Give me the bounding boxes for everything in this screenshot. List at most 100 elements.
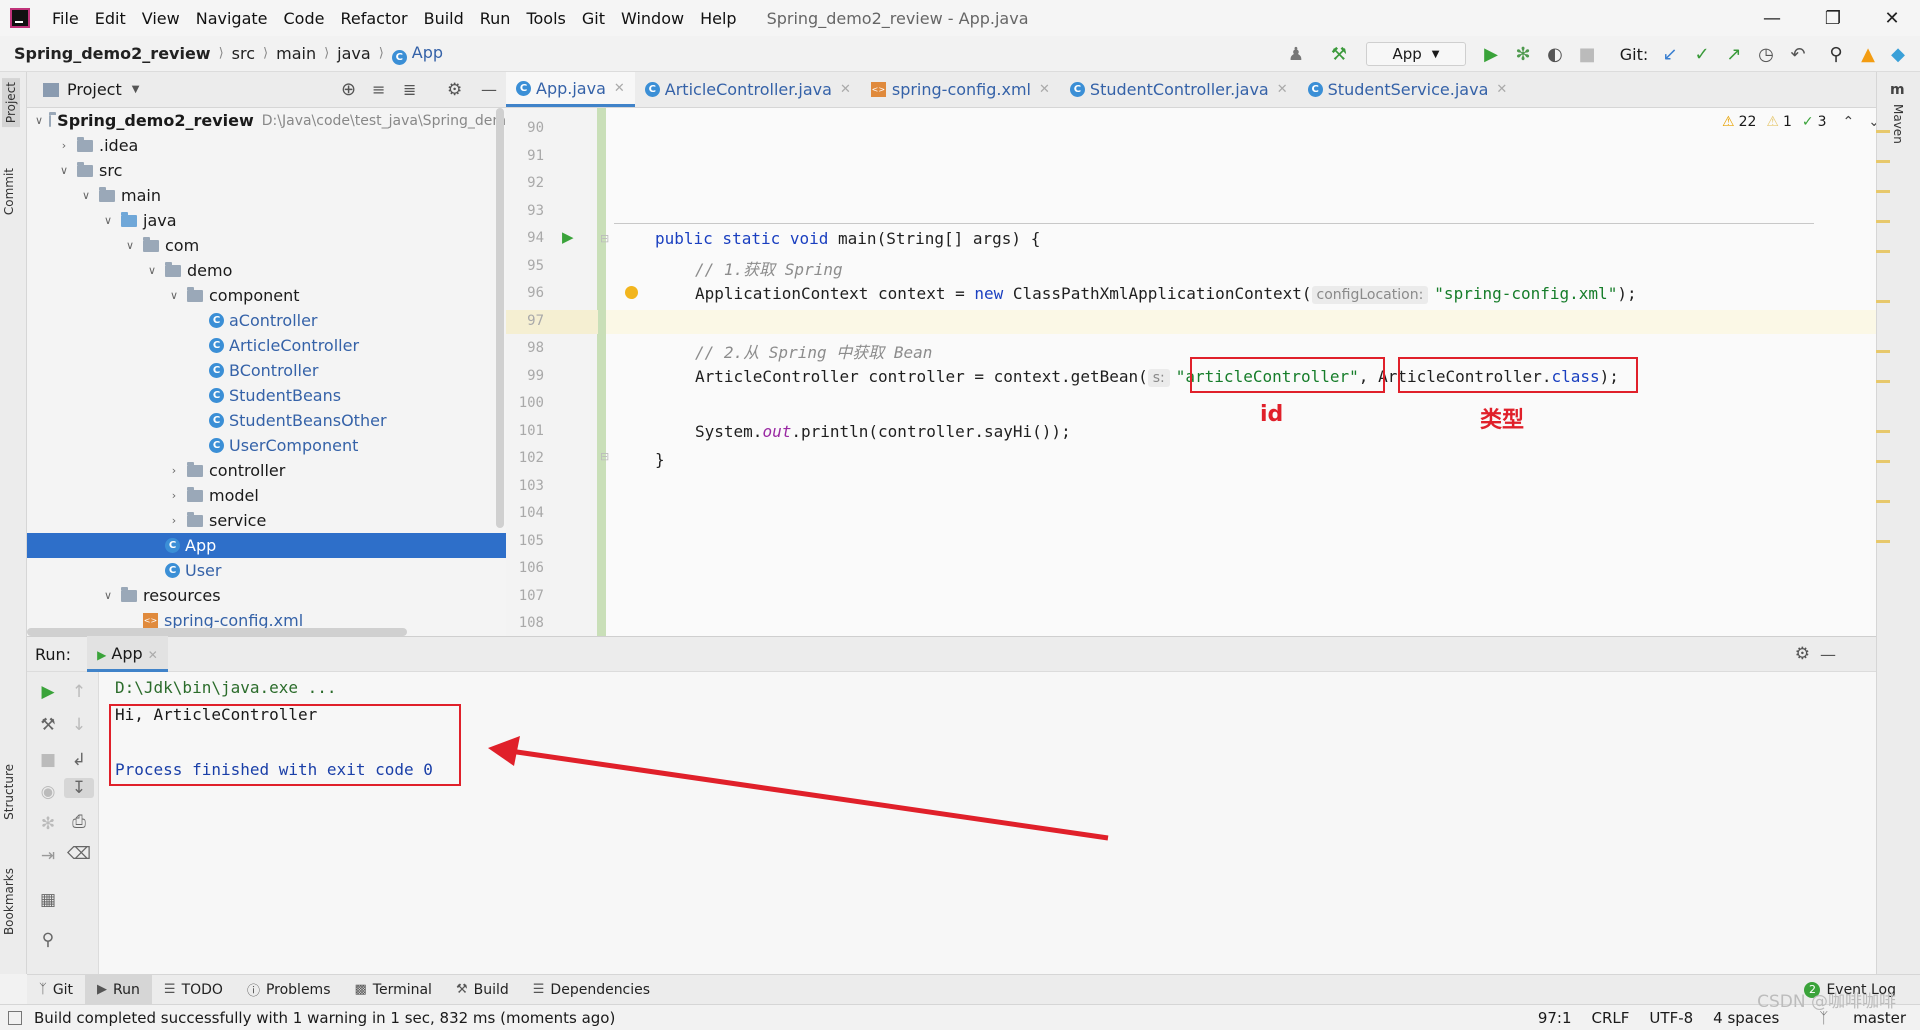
bookmarks-tool-button[interactable]: Bookmarks bbox=[2, 868, 16, 935]
scroll-to-end-icon[interactable]: ↧ bbox=[64, 778, 94, 798]
menu-window[interactable]: Window bbox=[613, 9, 692, 28]
chevron-down-icon[interactable]: ∨ bbox=[35, 114, 43, 127]
line-separator[interactable]: CRLF bbox=[1592, 1009, 1630, 1027]
close-tab-icon[interactable]: ✕ bbox=[840, 82, 851, 97]
collapse-all-icon[interactable]: ≣ bbox=[403, 80, 416, 99]
tool-build[interactable]: ⚒ Build bbox=[444, 975, 521, 1005]
tool-run[interactable]: ▶ Run bbox=[85, 974, 152, 1005]
fold-icon[interactable]: ⊟ bbox=[600, 450, 609, 463]
settings-icon[interactable]: ⚙ bbox=[447, 80, 462, 100]
chevron-right-icon[interactable]: › bbox=[57, 139, 71, 152]
tree-item[interactable]: ∨ component bbox=[27, 283, 506, 308]
settings-icon[interactable]: ⚙ bbox=[1795, 644, 1810, 664]
git-commit-icon[interactable]: ✓ bbox=[1688, 36, 1716, 72]
chevron-right-icon[interactable]: › bbox=[167, 464, 181, 477]
tab-article-controller[interactable]: C ArticleController.java ✕ bbox=[635, 72, 861, 107]
breadcrumb-main[interactable]: main bbox=[276, 44, 316, 63]
tree-scrollbar[interactable] bbox=[496, 108, 504, 528]
tool-dependencies[interactable]: ☰ Dependencies bbox=[521, 975, 662, 1005]
soft-wrap-icon[interactable]: ↲ bbox=[64, 750, 94, 770]
trash-icon[interactable]: ⌫ bbox=[64, 844, 94, 864]
tree-item[interactable]: ∨ main bbox=[27, 183, 506, 208]
menu-refactor[interactable]: Refactor bbox=[332, 9, 415, 28]
inspections-widget[interactable]: ⚠ 22 ⚠ 1 ✓ 3 ⌃ ⌄ bbox=[1722, 114, 1880, 130]
tree-item[interactable]: ∨ src bbox=[27, 158, 506, 183]
warning-stripe-mark[interactable] bbox=[1876, 430, 1890, 433]
tab-app-java[interactable]: C App.java ✕ bbox=[506, 72, 635, 107]
jetbrains-toolbox-icon[interactable]: ◆ bbox=[1884, 36, 1912, 72]
debug-icon[interactable]: ✻ bbox=[1508, 36, 1538, 72]
structure-tool-button[interactable]: Structure bbox=[2, 764, 16, 820]
chevron-down-icon[interactable]: ∨ bbox=[57, 164, 71, 177]
menu-file[interactable]: File bbox=[44, 9, 87, 28]
file-encoding[interactable]: UTF-8 bbox=[1649, 1009, 1693, 1027]
hide-panel-icon[interactable]: — bbox=[1820, 645, 1836, 664]
run-gutter-icon[interactable]: ▶ bbox=[562, 228, 574, 246]
caret-position[interactable]: 97:1 bbox=[1538, 1009, 1572, 1027]
wrench-icon[interactable]: ⚒ bbox=[33, 715, 63, 735]
update-icon[interactable]: ▲ bbox=[1854, 36, 1882, 72]
warning-stripe-mark[interactable] bbox=[1876, 460, 1890, 463]
run-icon[interactable]: ▶ bbox=[1476, 36, 1506, 72]
tree-item[interactable]: ∨ demo bbox=[27, 258, 506, 283]
menu-git[interactable]: Git bbox=[574, 9, 613, 28]
toggle-tool-windows-icon[interactable] bbox=[8, 1010, 22, 1025]
rollback-icon[interactable]: ↶ bbox=[1784, 36, 1812, 72]
warning-stripe-mark[interactable] bbox=[1876, 300, 1890, 303]
warning-stripe-mark[interactable] bbox=[1876, 540, 1890, 543]
maven-tool-button[interactable]: Maven bbox=[1891, 104, 1905, 144]
chevron-down-icon[interactable]: ∨ bbox=[79, 189, 93, 202]
status-message[interactable]: Build completed successfully with 1 warn… bbox=[34, 1009, 615, 1027]
tool-git[interactable]: ᛉ Git bbox=[27, 975, 85, 1005]
fold-icon[interactable]: ⊟ bbox=[600, 232, 609, 245]
tree-item[interactable]: C StudentBeansOther bbox=[27, 408, 506, 433]
breadcrumb-project[interactable]: Spring_demo2_review bbox=[14, 44, 211, 63]
debug-icon[interactable]: ✻ bbox=[33, 814, 63, 834]
chevron-down-icon[interactable]: ∨ bbox=[167, 289, 181, 302]
tree-item[interactable]: ∨ resources bbox=[27, 583, 506, 608]
menu-navigate[interactable]: Navigate bbox=[188, 9, 276, 28]
restore-icon[interactable]: ❐ bbox=[1805, 0, 1861, 36]
tool-problems[interactable]: ⓘ Problems bbox=[235, 975, 343, 1005]
tree-item[interactable]: C BController bbox=[27, 358, 506, 383]
warning-stripe-mark[interactable] bbox=[1876, 190, 1890, 193]
warning-stripe-mark[interactable] bbox=[1876, 350, 1890, 353]
tree-item[interactable]: ∨ com bbox=[27, 233, 506, 258]
tree-item[interactable]: C ArticleController bbox=[27, 333, 506, 358]
rerun-icon[interactable]: ▶ bbox=[33, 682, 63, 702]
hide-panel-icon[interactable]: — bbox=[481, 80, 497, 99]
warning-stripe-mark[interactable] bbox=[1876, 250, 1890, 253]
layout-icon[interactable]: ▦ bbox=[33, 890, 63, 910]
chevron-down-icon[interactable]: ∨ bbox=[101, 589, 115, 602]
chevron-down-icon[interactable]: ∨ bbox=[101, 214, 115, 227]
close-tab-icon[interactable]: ✕ bbox=[148, 648, 158, 662]
print-icon[interactable]: ⎙ bbox=[64, 812, 94, 832]
chevron-down-icon[interactable]: ∨ bbox=[123, 239, 137, 252]
tree-item[interactable]: ∨ java bbox=[27, 208, 506, 233]
coverage-icon[interactable]: ◐ bbox=[1540, 36, 1570, 72]
tree-horizontal-scrollbar[interactable] bbox=[27, 628, 407, 636]
tree-item[interactable]: C UserComponent bbox=[27, 433, 506, 458]
close-tab-icon[interactable]: ✕ bbox=[1277, 82, 1288, 97]
user-icon[interactable]: ♟ bbox=[1278, 36, 1314, 72]
project-tool-button[interactable]: Project bbox=[2, 78, 20, 128]
minimize-icon[interactable]: — bbox=[1744, 0, 1800, 36]
build-hammer-icon[interactable]: ⚒ bbox=[1324, 36, 1354, 72]
locate-icon[interactable]: ⊕ bbox=[341, 79, 356, 100]
commit-tool-button[interactable]: Commit bbox=[2, 168, 16, 215]
tab-student-service[interactable]: C StudentService.java ✕ bbox=[1298, 72, 1518, 107]
warning-stripe-mark[interactable] bbox=[1876, 380, 1890, 383]
close-window-icon[interactable]: ✕ bbox=[1864, 0, 1920, 36]
menu-help[interactable]: Help bbox=[692, 9, 744, 28]
arrow-up-icon[interactable]: ↑ bbox=[64, 682, 94, 702]
warning-stripe-mark[interactable] bbox=[1876, 220, 1890, 223]
chevron-right-icon[interactable]: › bbox=[167, 489, 181, 502]
expand-all-icon[interactable]: ≡ bbox=[372, 80, 385, 99]
tree-item[interactable]: › service bbox=[27, 508, 506, 533]
close-tab-icon[interactable]: ✕ bbox=[614, 81, 625, 96]
menu-tools[interactable]: Tools bbox=[518, 9, 573, 28]
breadcrumb-app[interactable]: C App bbox=[391, 43, 443, 65]
lightbulb-icon[interactable] bbox=[625, 286, 638, 299]
tree-item[interactable]: C App bbox=[27, 533, 506, 558]
chevron-right-icon[interactable]: › bbox=[167, 514, 181, 527]
